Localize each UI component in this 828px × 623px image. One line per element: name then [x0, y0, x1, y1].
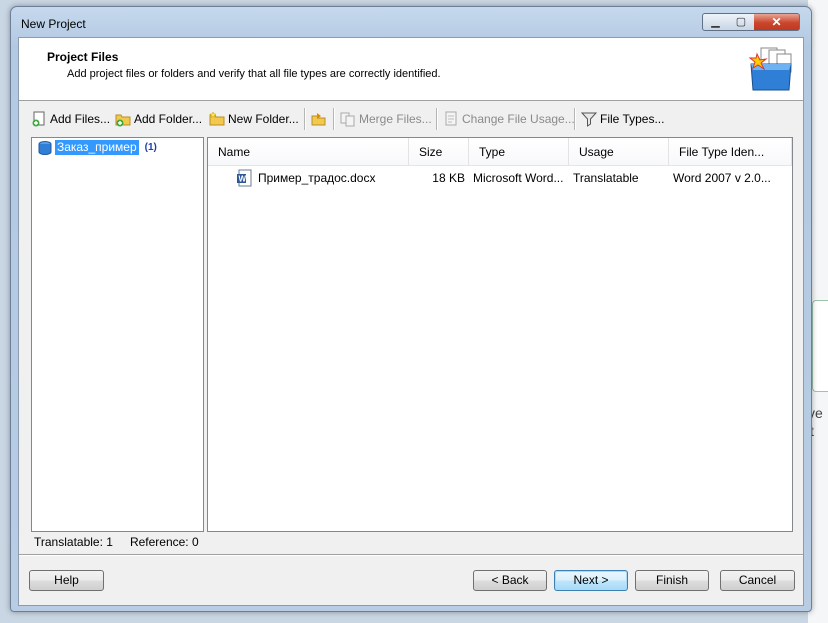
new-folder-label: New Folder... [228, 112, 299, 126]
change-file-usage-label: Change File Usage... [462, 112, 575, 126]
tree-item-label: Заказ_пример [55, 140, 139, 155]
project-files-icon [748, 47, 792, 91]
minimize-button[interactable]: ▁ [702, 13, 729, 31]
translatable-count: Translatable: 1 [34, 535, 113, 549]
add-files-label: Add Files... [50, 112, 111, 126]
page-subtitle: Add project files or folders and verify … [67, 68, 441, 80]
tree-item-root[interactable]: Заказ_пример (1) [38, 140, 157, 155]
minimize-icon: ▁ [711, 16, 720, 28]
dialog-client-area: Project Files Add project files or folde… [18, 37, 804, 606]
toolbar-separator [436, 108, 438, 130]
next-button[interactable]: Next > [554, 570, 628, 591]
folder-options-button[interactable] [311, 109, 330, 129]
maximize-icon: ▢ [735, 16, 747, 28]
tree-item-count: (1) [144, 142, 157, 153]
close-button[interactable]: ✕ [754, 13, 800, 31]
add-folder-label: Add Folder... [134, 112, 203, 126]
file-list[interactable]: Name Size Type Usage File Type Iden... W… [207, 137, 793, 532]
cell-file-type: Word 2007 v 2.0... [673, 171, 771, 185]
cell-type: Microsoft Word... [473, 171, 564, 185]
svg-text:W: W [239, 175, 247, 184]
wizard-header: Project Files Add project files or folde… [19, 38, 803, 101]
toolbar-separator [333, 108, 335, 130]
divider [19, 554, 803, 556]
filter-icon [581, 112, 597, 127]
add-folder-button[interactable]: Add Folder... [115, 109, 202, 129]
maximize-button[interactable]: ▢ [728, 13, 755, 31]
file-types-label: File Types... [600, 112, 665, 126]
window-title: New Project [21, 17, 86, 31]
new-folder-button[interactable]: New Folder... [209, 109, 299, 129]
cancel-button[interactable]: Cancel [720, 570, 795, 591]
file-types-button[interactable]: File Types... [581, 109, 664, 129]
column-header-usage[interactable]: Usage [569, 138, 669, 166]
new-folder-icon [209, 111, 225, 126]
column-header-name[interactable]: Name [208, 138, 409, 166]
help-button[interactable]: Help [29, 570, 104, 591]
background-panel [812, 300, 828, 392]
back-button[interactable]: < Back [473, 570, 547, 591]
toolbar: Add Files... Add Folder... New Folder...… [19, 104, 803, 132]
add-folder-icon [115, 114, 131, 127]
change-usage-icon [445, 111, 457, 126]
page-title: Project Files [47, 50, 119, 64]
cell-size: 18 KB [432, 171, 465, 185]
add-files-button[interactable]: Add Files... [31, 109, 110, 129]
merge-files-icon [340, 112, 355, 127]
close-icon: ✕ [771, 15, 782, 29]
column-header-file-type[interactable]: File Type Iden... [669, 138, 792, 166]
add-files-icon [32, 111, 45, 127]
merge-files-button[interactable]: Merge Files... [340, 109, 432, 129]
toolbar-separator [304, 108, 306, 130]
new-project-window: New Project ▁ ▢ ✕ Project Files Add proj… [10, 6, 812, 612]
status-bar: Translatable: 1 Reference: 0 [34, 535, 199, 549]
column-header-type[interactable]: Type [469, 138, 569, 166]
finish-button[interactable]: Finish [635, 570, 709, 591]
word-document-icon: W [237, 169, 252, 187]
column-header-size[interactable]: Size [409, 138, 469, 166]
change-file-usage-button[interactable]: Change File Usage... [443, 109, 575, 129]
cell-name: Пример_традос.docx [258, 171, 376, 185]
cell-usage: Translatable [573, 171, 639, 185]
folder-arrow-icon [311, 113, 326, 126]
merge-files-label: Merge Files... [359, 112, 432, 126]
reference-count: Reference: 0 [129, 535, 199, 549]
table-row[interactable]: W Пример_традос.docx 18 KB Microsoft Wor… [208, 168, 792, 188]
toolbar-separator [574, 108, 576, 130]
project-icon [38, 140, 52, 155]
project-tree[interactable]: Заказ_пример (1) [31, 137, 204, 532]
